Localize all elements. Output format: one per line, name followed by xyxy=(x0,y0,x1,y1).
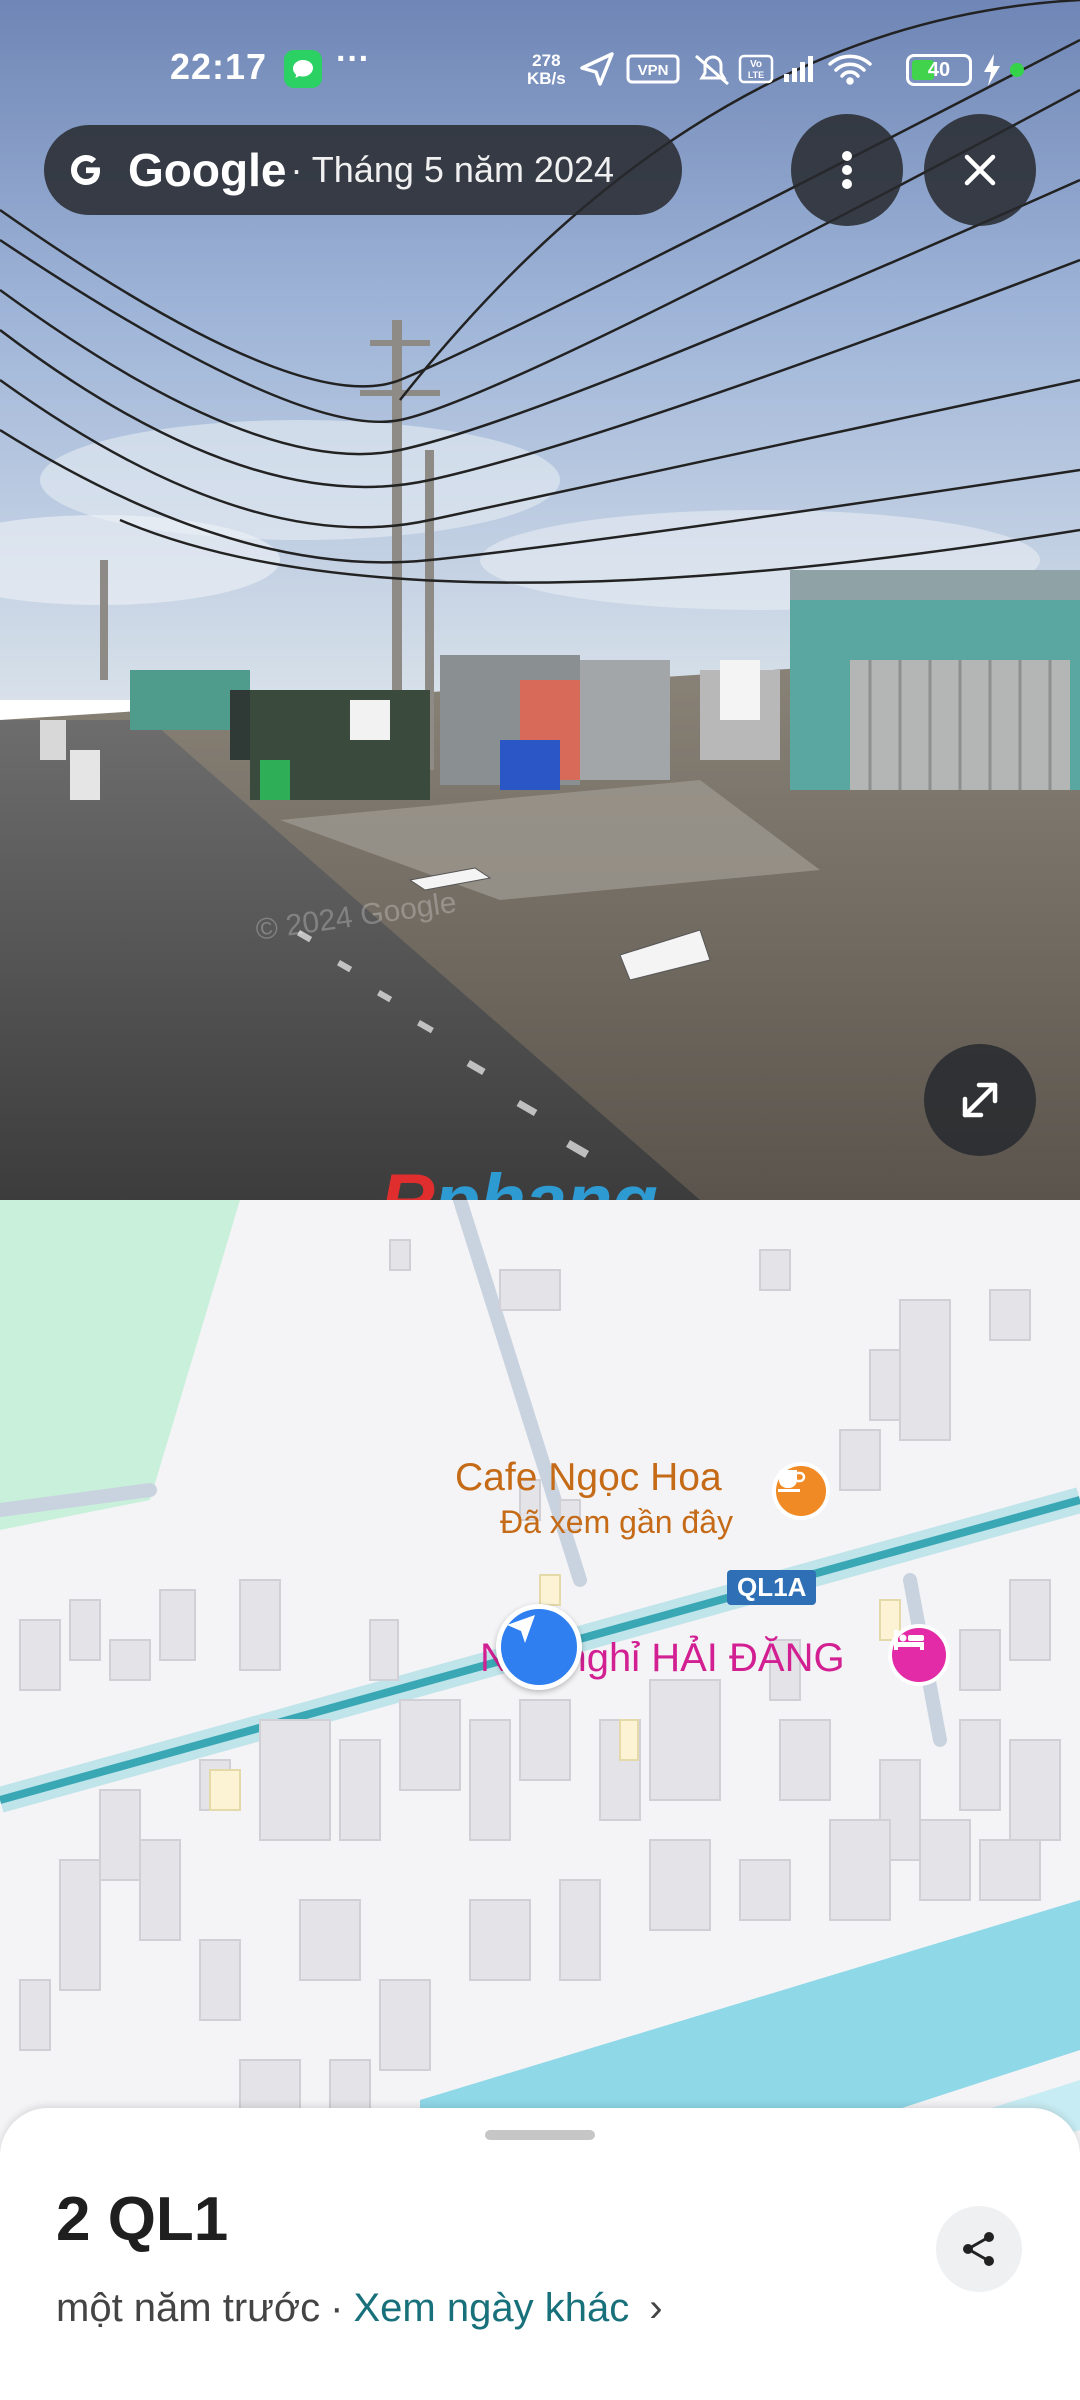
network-speed: 278 KB/s xyxy=(527,52,566,88)
google-g-icon xyxy=(71,155,100,185)
more-vert-icon xyxy=(842,151,852,189)
svg-text:VPN: VPN xyxy=(638,62,669,79)
poi-cafe-name[interactable]: Cafe Ngọc Hoa xyxy=(455,1456,722,1500)
privacy-indicator-dot xyxy=(1010,63,1024,77)
bed-icon xyxy=(894,1630,924,1650)
share-button[interactable] xyxy=(936,2206,1022,2292)
charging-icon xyxy=(984,54,1000,86)
speed-unit: KB/s xyxy=(527,69,566,88)
speed-value: 278 xyxy=(532,51,561,70)
fullscreen-button[interactable] xyxy=(924,1044,1036,1156)
more-notifications-icon: ··· xyxy=(336,40,370,78)
expand-icon xyxy=(962,1082,998,1118)
status-time: 22:17 xyxy=(170,46,268,87)
time-ago: một năm trước xyxy=(56,2286,321,2330)
place-bottom-sheet[interactable]: 2 QL1 một năm trước · Xem ngày khác › xyxy=(0,2108,1080,2400)
svg-text:Vo: Vo xyxy=(750,59,762,70)
poi-cafe-pin[interactable] xyxy=(772,1462,830,1520)
more-options-button[interactable] xyxy=(791,114,903,226)
separator: · xyxy=(330,2286,344,2330)
sheet-drag-handle[interactable] xyxy=(485,2130,595,2140)
poi-cafe-subtitle: Đã xem gần đây xyxy=(500,1504,734,1540)
map-canvas xyxy=(0,1200,1080,2200)
chevron-right-icon[interactable]: › xyxy=(649,2286,662,2331)
status-icons: VPN VoLTE xyxy=(580,52,872,86)
poi-hotel-pin[interactable] xyxy=(888,1624,950,1686)
close-button[interactable] xyxy=(924,114,1036,226)
coffee-icon xyxy=(778,1470,806,1492)
place-title: 2 QL1 xyxy=(56,2185,229,2254)
navigation-arrow-icon xyxy=(507,1615,535,1643)
status-bar: 22:17 ··· 278 KB/s VPN Vo LTE 40 xyxy=(0,0,1080,130)
map-view[interactable]: Cafe Ngọc Hoa Đã xem gần đây QL1A Nhà ng… xyxy=(0,1200,1080,2200)
close-icon xyxy=(964,154,996,186)
battery-icon: 40 xyxy=(906,54,972,86)
location-arrow-icon xyxy=(580,52,614,86)
capture-info-row: một năm trước · Xem ngày khác › xyxy=(56,2286,663,2331)
current-position-marker xyxy=(496,1604,582,1690)
share-icon xyxy=(963,2232,994,2266)
volte-icon: VoLTE xyxy=(738,54,774,84)
battery-level: 40 xyxy=(927,59,951,81)
see-other-dates-link[interactable]: Xem ngày khác xyxy=(354,2286,630,2331)
street-view-header-chip[interactable]: Google · Tháng 5 năm 2024 xyxy=(44,125,682,215)
mute-bell-icon xyxy=(695,54,729,86)
capture-date: · Tháng 5 năm 2024 xyxy=(290,149,615,190)
vpn-icon: VPN xyxy=(626,54,680,84)
wifi-icon xyxy=(828,54,872,85)
route-shield: QL1A xyxy=(727,1570,817,1605)
message-icon xyxy=(284,50,322,88)
svg-text:LTE: LTE xyxy=(748,70,764,80)
street-view-panorama[interactable]: © 2024 Google 22:17 ··· 278 KB/s VPN Vo L… xyxy=(0,0,1080,1200)
signal-icon xyxy=(784,56,813,82)
google-brand: Google xyxy=(128,144,287,196)
